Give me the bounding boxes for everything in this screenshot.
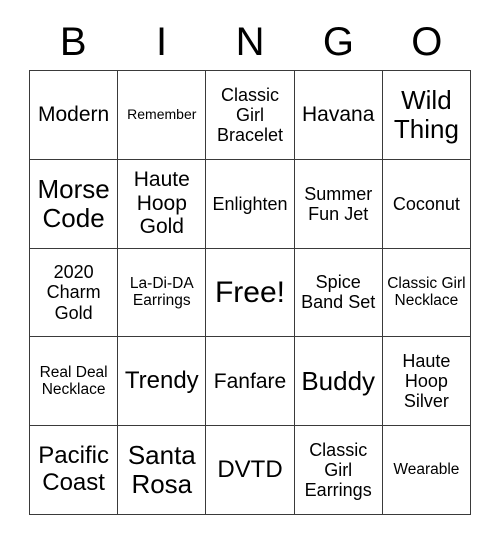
bingo-cell-label: Enlighten: [212, 193, 288, 214]
bingo-cell-label: Summer Fun Jet: [304, 183, 373, 224]
bingo-header-letter-n: N: [235, 20, 265, 64]
bingo-cell[interactable]: Haute Hoop Silver: [382, 337, 471, 427]
bingo-cell-label: Morse Code: [37, 173, 110, 233]
bingo-cell[interactable]: Modern: [30, 71, 119, 160]
bingo-header-row: B I N G O: [29, 14, 471, 70]
bingo-cell-label: 2020 Charm Gold: [46, 262, 101, 323]
bingo-cell-label: Trendy: [124, 366, 199, 394]
bingo-cell-label: Free!: [214, 275, 285, 309]
bingo-cell[interactable]: Coconut: [382, 159, 471, 249]
bingo-cell[interactable]: Remember: [118, 71, 207, 160]
bingo-cell[interactable]: Classic Girl Bracelet: [206, 71, 295, 160]
bingo-cell[interactable]: 2020 Charm Gold: [30, 248, 119, 338]
bingo-card: B I N G O Modern Remember Classic Girl B…: [0, 0, 500, 544]
bingo-header-letter-g: G: [322, 20, 354, 64]
bingo-cell[interactable]: Classic Girl Necklace: [382, 248, 471, 338]
bingo-cell[interactable]: Classic Girl Earrings: [294, 426, 383, 515]
bingo-cell-label: Buddy: [301, 365, 376, 396]
bingo-cell-label: Classic Girl Earrings: [304, 439, 372, 501]
bingo-cell[interactable]: Real Deal Necklace: [30, 337, 119, 427]
bingo-cell-label: Classic Girl Bracelet: [216, 84, 284, 145]
bingo-cell-label: Havana: [302, 103, 375, 127]
bingo-cell[interactable]: Santa Rosa: [118, 426, 207, 515]
bingo-cell[interactable]: Wild Thing: [382, 71, 471, 160]
bingo-cell[interactable]: Pacific Coast: [30, 426, 119, 515]
bingo-header-letter-b: B: [59, 20, 87, 64]
bingo-cell-label: Coconut: [392, 193, 460, 214]
bingo-cell-label: Pacific Coast: [38, 442, 109, 497]
bingo-cell[interactable]: Trendy: [118, 337, 207, 427]
bingo-cell[interactable]: Summer Fun Jet: [294, 159, 383, 249]
bingo-cell-label: Spice Band Set: [301, 272, 376, 313]
bingo-cell[interactable]: Wearable: [382, 426, 471, 515]
bingo-grid: Modern Remember Classic Girl Bracelet Ha…: [29, 70, 471, 515]
bingo-cell[interactable]: DVTD: [206, 426, 295, 515]
bingo-cell-label: Modern: [37, 103, 110, 127]
bingo-cell-label: Wearable: [393, 461, 460, 479]
bingo-cell-label: Wild Thing: [393, 84, 459, 144]
bingo-cell[interactable]: Havana: [294, 71, 383, 160]
bingo-cell[interactable]: Haute Hoop Gold: [118, 159, 207, 249]
bingo-cell-label: Haute Hoop Silver: [402, 351, 451, 412]
bingo-cell[interactable]: Enlighten: [206, 159, 295, 249]
bingo-cell[interactable]: Fanfare: [206, 337, 295, 427]
bingo-header-letter-i: I: [156, 20, 168, 64]
bingo-cell-label: Remember: [127, 106, 197, 123]
bingo-cell-label: La-Di-DA Earrings: [129, 275, 194, 310]
bingo-cell-label: Fanfare: [213, 369, 287, 393]
bingo-cell-label: Haute Hoop Gold: [133, 168, 190, 239]
bingo-cell[interactable]: Morse Code: [30, 159, 119, 249]
bingo-cell[interactable]: Spice Band Set: [294, 248, 383, 338]
bingo-cell-label: DVTD: [217, 455, 283, 483]
bingo-cell-label: Classic Girl Necklace: [387, 275, 466, 310]
bingo-cell-label: Santa Rosa: [127, 439, 196, 500]
bingo-header-letter-o: O: [411, 20, 443, 64]
bingo-cell-free[interactable]: Free!: [206, 248, 295, 338]
bingo-cell[interactable]: Buddy: [294, 337, 383, 427]
bingo-cell[interactable]: La-Di-DA Earrings: [118, 248, 207, 338]
bingo-cell-label: Real Deal Necklace: [39, 363, 108, 399]
